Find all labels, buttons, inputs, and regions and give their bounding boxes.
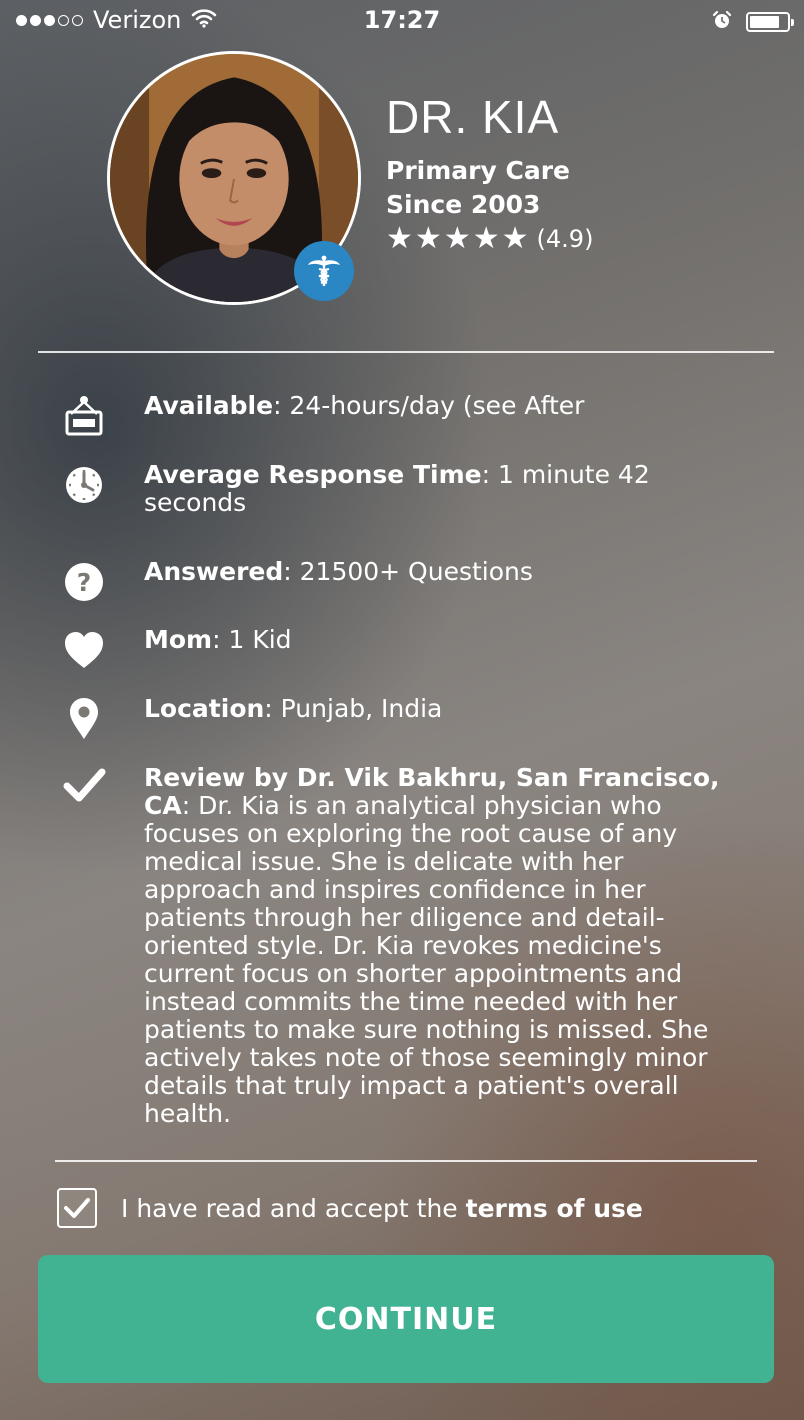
detail-label: Average Response Time [144,460,482,489]
rating-value: (4.9) [536,225,594,253]
status-time: 17:27 [363,6,441,34]
caduceus-badge-icon [294,241,354,301]
detail-label: Available [144,391,274,420]
detail-label: Location [144,694,265,723]
checkmark-icon [56,764,112,810]
detail-value: : 21500+ Questions [283,557,533,586]
location-pin-icon [56,695,112,741]
divider [55,1160,757,1162]
detail-text: Available: 24-hours/day (see After [144,392,724,420]
detail-label: Answered [144,557,284,586]
doctor-name: DR. KIA [386,91,560,143]
status-right [712,8,794,36]
detail-text: Location: Punjab, India [144,695,724,723]
star-icon: ★ [386,221,413,256]
terms-of-use-link[interactable]: terms of use [466,1194,643,1223]
review-text: Review by Dr. Vik Bakhru, San Francisco,… [144,764,724,1128]
star-icon: ★ [443,221,471,256]
sign-icon [56,392,112,438]
detail-value: : Punjab, India [264,694,443,723]
heart-icon [56,626,112,672]
detail-text: Average Response Time: 1 minute 42 secon… [144,461,724,517]
detail-value: : 1 Kid [212,625,292,654]
star-icon: ★ [501,221,529,256]
doctor-specialty: Primary Care [386,156,570,185]
battery-level [750,16,779,28]
star-icon: ★ [414,221,442,256]
battery-icon [746,12,794,32]
svg-text:?: ? [77,568,92,597]
star-icon: ★ [472,221,500,256]
terms-row: I have read and accept the terms of use [57,1188,643,1228]
status-bar: Verizon 17:27 [0,0,804,42]
detail-value: : 24-hours/day (see After [273,391,585,420]
question-icon: ? [56,558,112,604]
terms-label: I have read and accept the terms of use [121,1194,643,1223]
terms-checkbox[interactable] [57,1188,97,1228]
doctor-since: Since 2003 [386,190,541,219]
continue-button[interactable]: CONTINUE [38,1255,774,1383]
detail-value: : Dr. Kia is an analytical physician who… [144,791,709,1128]
alarm-icon [712,8,732,36]
clock-icon [56,461,112,507]
detail-label: Mom [144,625,213,654]
divider [38,351,774,353]
terms-prefix: I have read and accept the [121,1193,466,1223]
rating: ★ ★ ★ ★ ★ (4.9) [386,224,593,254]
checkmark-icon [64,1198,90,1218]
detail-text: Mom: 1 Kid [144,626,724,654]
detail-text: Answered: 21500+ Questions [144,558,724,586]
